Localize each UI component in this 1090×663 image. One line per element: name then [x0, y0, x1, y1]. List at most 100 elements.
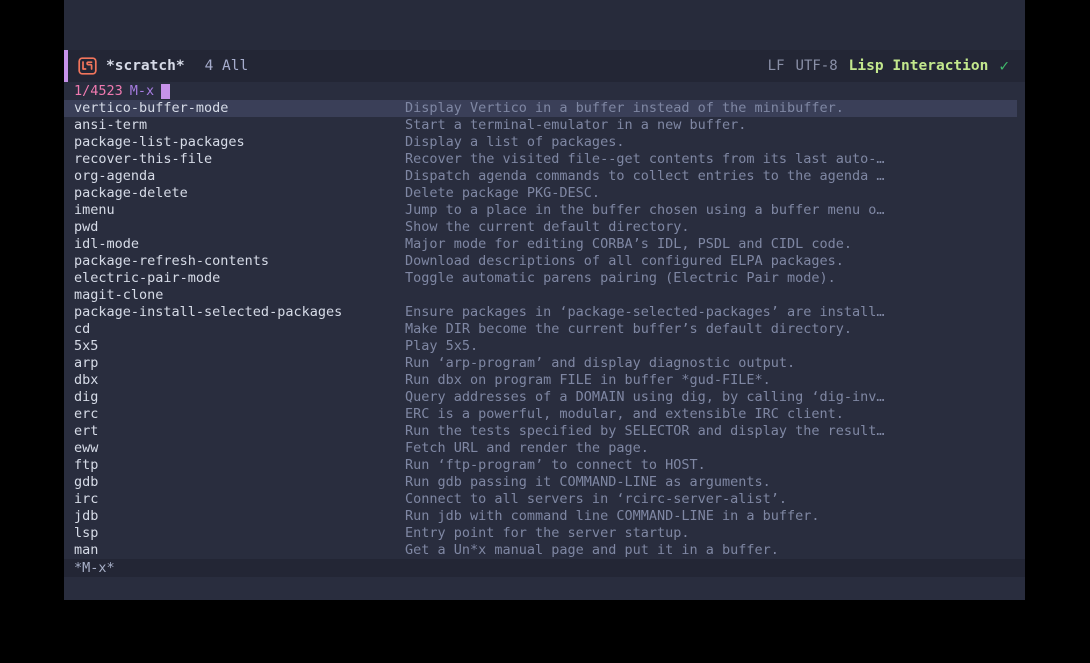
candidate-row[interactable]: package-list-packages Display a list of p… [64, 134, 1017, 151]
header-accent-bar [64, 50, 68, 82]
candidate-row[interactable]: magit-clone [64, 287, 1017, 304]
candidate-description: Recover the visited file--get contents f… [405, 151, 885, 167]
candidate-name: dbx [74, 372, 99, 388]
encoding-label: UTF-8 [795, 58, 838, 74]
candidate-row[interactable]: ert Run the tests specified by SELECTOR a… [64, 423, 1017, 440]
candidate-name: ftp [74, 457, 99, 473]
candidate-row[interactable]: arp Run ‘arp-program’ and display diagnos… [64, 355, 1017, 372]
candidate-name: ert [74, 423, 99, 439]
candidate-row[interactable]: irc Connect to all servers in ‘rcirc-serv… [64, 491, 1017, 508]
candidate-description: Run gdb passing it COMMAND-LINE as argum… [405, 474, 771, 490]
minibuffer-prompt-label: M-x [129, 83, 155, 99]
candidate-description: Run ‘arp-program’ and display diagnostic… [405, 355, 796, 371]
candidate-description: Fetch URL and render the page. [405, 440, 649, 456]
candidate-description: Make DIR become the current buffer’s def… [405, 321, 853, 337]
candidate-description: Major mode for editing CORBA’s IDL, PSDL… [405, 236, 853, 252]
candidate-row[interactable]: package-install-selected-packages Ensure … [64, 304, 1017, 321]
candidate-description: Entry point for the server startup. [405, 525, 690, 541]
candidate-description: ERC is a powerful, modular, and extensib… [405, 406, 844, 422]
checkmark-icon: ✓ [999, 56, 1009, 75]
candidate-name: package-refresh-contents [74, 253, 270, 269]
candidate-name: erc [74, 406, 99, 422]
line-ending-label: LF [767, 58, 785, 74]
candidate-name: jdb [74, 508, 99, 524]
candidate-description: Run the tests specified by SELECTOR and … [405, 423, 885, 439]
candidate-description: Connect to all servers in ‘rcirc-server-… [405, 491, 788, 507]
candidate-description: Dispatch agenda commands to collect entr… [405, 168, 885, 184]
candidate-description: Show the current default directory. [405, 219, 690, 235]
candidate-row[interactable]: vertico-buffer-mode Display Vertico in a … [64, 100, 1017, 117]
candidate-name: magit-clone [74, 287, 164, 303]
candidate-name: package-install-selected-packages [74, 304, 343, 320]
minibuffer-prompt-row[interactable]: 1/4523 M-x [64, 82, 1025, 100]
candidate-row[interactable]: cd Make DIR become the current buffer’s d… [64, 321, 1017, 338]
candidate-description: Download descriptions of all configured … [405, 253, 844, 269]
candidate-description: Get a Un*x manual page and put it in a b… [405, 542, 779, 558]
candidate-name: pwd [74, 219, 99, 235]
candidate-name: vertico-buffer-mode [74, 100, 229, 116]
candidate-row[interactable]: pwd Show the current default directory. [64, 219, 1017, 236]
candidate-row[interactable]: 5x5 Play 5x5. [64, 338, 1017, 355]
candidate-name: dig [74, 389, 99, 405]
candidate-name: gdb [74, 474, 99, 490]
candidate-row[interactable]: lsp Entry point for the server startup. [64, 525, 1017, 542]
candidate-row[interactable]: org-agenda Dispatch agenda commands to co… [64, 168, 1017, 185]
candidate-row[interactable]: man Get a Un*x manual page and put it in … [64, 542, 1017, 559]
lisp-file-icon [78, 57, 97, 75]
candidate-name: imenu [74, 202, 115, 218]
candidate-name: org-agenda [74, 168, 156, 184]
candidate-name: electric-pair-mode [74, 270, 221, 286]
candidate-description: Start a terminal-emulator in a new buffe… [405, 117, 747, 133]
candidate-description: Toggle automatic parens pairing (Electri… [405, 270, 836, 286]
candidate-count-label: 1/4523 [74, 83, 123, 99]
buffer-name-label: *scratch* [106, 58, 185, 74]
candidate-description: Play 5x5. [405, 338, 479, 354]
candidate-description: Jump to a place in the buffer chosen usi… [405, 202, 885, 218]
major-mode-label: Lisp Interaction [848, 58, 989, 74]
candidate-name: package-delete [74, 185, 188, 201]
candidate-name: arp [74, 355, 99, 371]
candidate-name: lsp [74, 525, 99, 541]
candidate-name: irc [74, 491, 99, 507]
candidate-row[interactable]: electric-pair-mode Toggle automatic paren… [64, 270, 1017, 287]
candidate-name: cd [74, 321, 91, 337]
candidate-row[interactable]: idl-mode Major mode for editing CORBA’s I… [64, 236, 1017, 253]
candidate-row[interactable]: eww Fetch URL and render the page. [64, 440, 1017, 457]
candidate-description: Run dbx on program FILE in buffer *gud-F… [405, 372, 771, 388]
frame-bottom-padding [64, 577, 1025, 600]
candidate-name: eww [74, 440, 99, 456]
candidate-row[interactable]: package-refresh-contents Download descrip… [64, 253, 1017, 270]
candidate-description: Query addresses of a DOMAIN using dig, b… [405, 389, 885, 405]
header-right-group: LF UTF-8 Lisp Interaction ✓ [767, 56, 1009, 75]
candidate-list[interactable]: vertico-buffer-mode Display Vertico in a … [64, 100, 1025, 559]
bottom-modeline: *M-x* [64, 559, 1025, 577]
screen-root: *scratch* 4 All LF UTF-8 Lisp Interactio… [0, 0, 1090, 663]
buffer-position-label: 4 All [204, 58, 249, 74]
candidate-row[interactable]: dbx Run dbx on program FILE in buffer *gu… [64, 372, 1017, 389]
candidate-name: ansi-term [74, 117, 148, 133]
candidate-name: idl-mode [74, 236, 140, 252]
candidate-row[interactable]: imenu Jump to a place in the buffer chose… [64, 202, 1017, 219]
candidate-row[interactable]: package-delete Delete package PKG-DESC. [64, 185, 1017, 202]
candidate-name: package-list-packages [74, 134, 245, 150]
candidate-description: Display a list of packages. [405, 134, 625, 150]
text-cursor[interactable] [161, 83, 171, 99]
candidate-description: Run ‘ftp-program’ to connect to HOST. [405, 457, 706, 473]
candidate-name: 5x5 [74, 338, 99, 354]
candidate-row[interactable]: dig Query addresses of a DOMAIN using dig… [64, 389, 1017, 406]
candidate-description: Display Vertico in a buffer instead of t… [405, 100, 844, 116]
candidate-description: Run jdb with command line COMMAND-LINE i… [405, 508, 820, 524]
buffer-header-bar: *scratch* 4 All LF UTF-8 Lisp Interactio… [64, 50, 1025, 82]
header-left-group: *scratch* 4 All [78, 57, 248, 75]
candidate-name: man [74, 542, 99, 558]
candidate-row[interactable]: ftp Run ‘ftp-program’ to connect to HOST. [64, 457, 1017, 474]
candidate-name: recover-this-file [74, 151, 213, 167]
candidate-row[interactable]: erc ERC is a powerful, modular, and exten… [64, 406, 1017, 423]
candidate-row[interactable]: jdb Run jdb with command line COMMAND-LIN… [64, 508, 1017, 525]
candidate-row[interactable]: ansi-term Start a terminal-emulator in a … [64, 117, 1017, 134]
candidate-description: Delete package PKG-DESC. [405, 185, 601, 201]
emacs-frame: *scratch* 4 All LF UTF-8 Lisp Interactio… [64, 0, 1025, 600]
candidate-row[interactable]: gdb Run gdb passing it COMMAND-LINE as ar… [64, 474, 1017, 491]
candidate-description: Ensure packages in ‘package-selected-pac… [405, 304, 885, 320]
candidate-row[interactable]: recover-this-file Recover the visited fil… [64, 151, 1017, 168]
